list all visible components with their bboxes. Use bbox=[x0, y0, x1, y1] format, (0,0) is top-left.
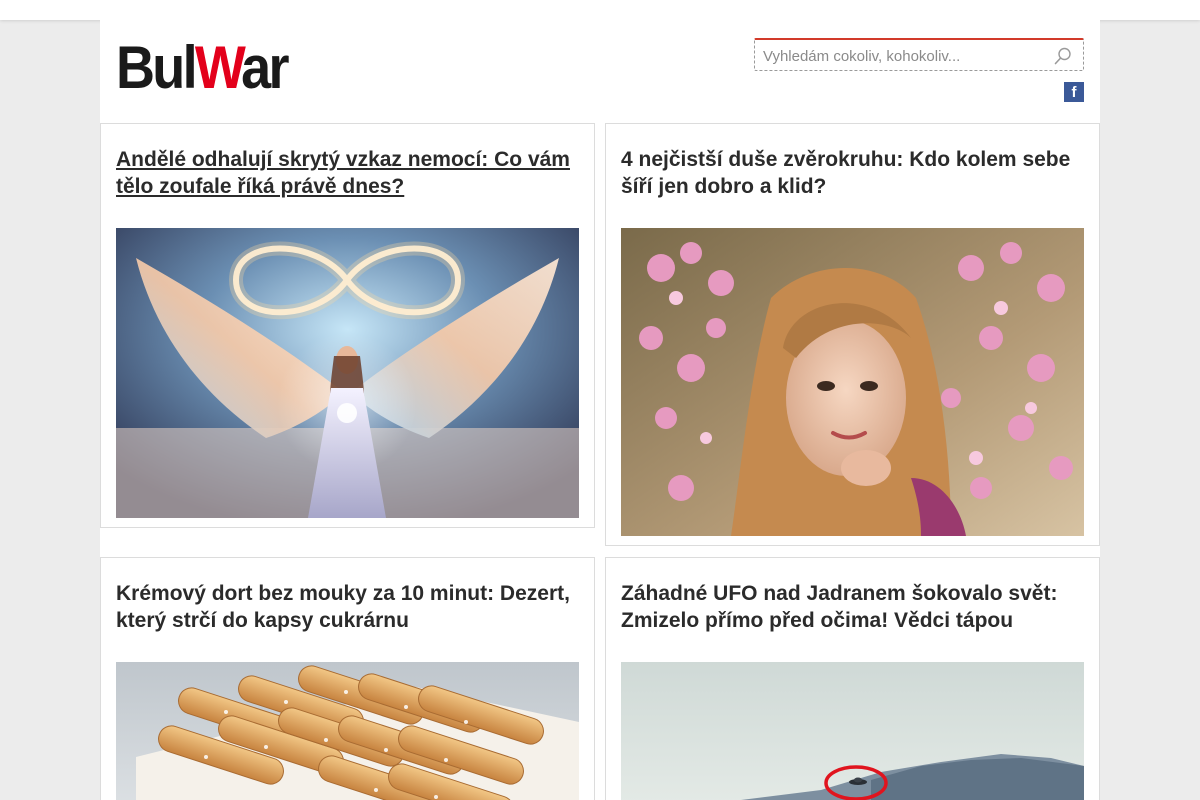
article-card: Krémový dort bez mouky za 10 minut: Deze… bbox=[100, 557, 595, 800]
article-card: Záhadné UFO nad Jadranem šokovalo svět: … bbox=[605, 557, 1100, 800]
ladyfinger-cream-cake-image[interactable] bbox=[116, 662, 579, 800]
article-title-link[interactable]: Andělé odhalují skrytý vzkaz nemocí: Co … bbox=[116, 146, 581, 200]
facebook-icon[interactable]: f bbox=[1064, 82, 1084, 102]
article-title-link[interactable]: 4 nejčistší duše zvěrokruhu: Kdo kolem s… bbox=[621, 146, 1086, 200]
article-title-link[interactable]: Krémový dort bez mouky za 10 minut: Deze… bbox=[116, 580, 581, 634]
woman-among-pink-blossoms-image[interactable] bbox=[621, 228, 1084, 536]
article-card: Andělé odhalují skrytý vzkaz nemocí: Co … bbox=[100, 123, 595, 528]
search-box bbox=[754, 38, 1084, 71]
top-bar bbox=[0, 0, 1200, 20]
site-header: BulWar f bbox=[100, 20, 1100, 124]
page-container: BulWar f Andělé odhalují skrytý vzkaz ne… bbox=[100, 20, 1100, 800]
angel-with-infinity-halo-image[interactable] bbox=[116, 228, 579, 518]
search-input[interactable] bbox=[763, 46, 1053, 66]
logo-text-ar: ar bbox=[241, 34, 289, 101]
ufo-over-adriatic-image[interactable] bbox=[621, 662, 1084, 800]
article-title-link[interactable]: Záhadné UFO nad Jadranem šokovalo svět: … bbox=[621, 580, 1086, 634]
search-icon[interactable] bbox=[1053, 46, 1073, 66]
article-card: 4 nejčistší duše zvěrokruhu: Kdo kolem s… bbox=[605, 123, 1100, 546]
logo-text-bul: Bul bbox=[116, 34, 198, 101]
site-logo[interactable]: BulWar bbox=[116, 38, 289, 98]
logo-text-w: W bbox=[194, 34, 244, 101]
